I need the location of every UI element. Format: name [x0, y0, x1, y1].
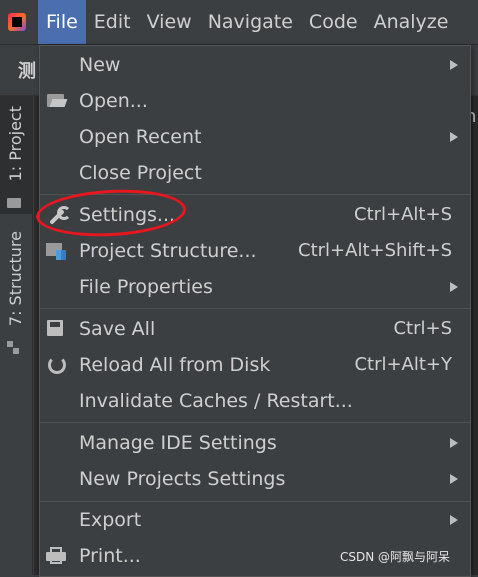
reload-icon [46, 356, 68, 374]
menu-item-label: New [79, 54, 121, 76]
print-icon [46, 547, 68, 565]
menu-separator [40, 501, 470, 502]
menu-navigate[interactable]: Navigate [200, 0, 301, 44]
folder-icon [7, 194, 23, 210]
menu-file[interactable]: File [38, 0, 86, 44]
menu-view[interactable]: View [139, 0, 200, 44]
menu-item-shortcut: Ctrl+Alt+Shift+S [298, 240, 452, 261]
file-menu-dropdown: New Open... Open Recent Close Project Se… [39, 45, 471, 577]
submenu-arrow-icon [450, 132, 458, 142]
submenu-arrow-icon [450, 515, 458, 525]
menu-edit[interactable]: Edit [86, 0, 139, 44]
submenu-arrow-icon [450, 438, 458, 448]
menu-separator [40, 422, 470, 423]
structure-icon [7, 341, 23, 357]
menu-item-invalidate-caches[interactable]: Invalidate Caches / Restart... [40, 384, 470, 418]
menu-item-label: Save All [79, 318, 156, 340]
menu-item-label: Project Structure... [79, 240, 257, 262]
submenu-arrow-icon [450, 282, 458, 292]
menu-item-label: File Properties [79, 276, 213, 298]
tab-structure-label: 7: Structure [6, 231, 25, 327]
menu-item-new[interactable]: New [40, 48, 470, 82]
tab-project-label: 1: Project [6, 106, 25, 182]
project-name-char: 测 [18, 61, 36, 82]
menu-item-save-all[interactable]: Save All Ctrl+S [40, 312, 470, 346]
menu-bar: File Edit View Navigate Code Analyze [0, 0, 478, 45]
menu-item-label: New Projects Settings [79, 468, 286, 490]
menu-item-new-projects-settings[interactable]: New Projects Settings [40, 462, 470, 496]
menu-item-open-recent[interactable]: Open Recent [40, 120, 470, 154]
menu-code[interactable]: Code [301, 0, 366, 44]
menu-item-label: Reload All from Disk [79, 354, 271, 376]
submenu-arrow-icon [450, 474, 458, 484]
menu-item-label: Export [79, 509, 142, 531]
project-structure-icon [46, 242, 68, 260]
menu-item-close-project[interactable]: Close Project [40, 156, 470, 190]
menu-item-label: Open... [79, 90, 148, 112]
save-icon [46, 320, 68, 338]
menu-item-label: Close Project [79, 162, 202, 184]
intellij-logo-icon [8, 13, 26, 31]
submenu-arrow-icon [450, 60, 458, 70]
menu-item-shortcut: Ctrl+Alt+Y [354, 354, 452, 375]
menu-item-label: Invalidate Caches / Restart... [79, 390, 353, 412]
menu-analyze[interactable]: Analyze [366, 0, 457, 44]
menu-item-shortcut: Ctrl+Alt+S [354, 204, 452, 225]
menu-item-project-structure[interactable]: Project Structure... Ctrl+Alt+Shift+S [40, 234, 470, 268]
menu-item-reload-all[interactable]: Reload All from Disk Ctrl+Alt+Y [40, 348, 470, 382]
watermark: CSDN @阿飘与阿呆 [340, 550, 451, 564]
menu-item-manage-ide-settings[interactable]: Manage IDE Settings [40, 426, 470, 460]
menu-item-label: Print... [79, 545, 141, 567]
menu-item-label: Manage IDE Settings [79, 432, 277, 454]
folder-open-icon [46, 92, 68, 110]
menu-item-shortcut: Ctrl+S [393, 318, 452, 339]
menu-item-label: Open Recent [79, 126, 202, 148]
tool-window-strip: 1: Project 7: Structure [0, 96, 33, 575]
menu-separator [40, 308, 470, 309]
tab-structure[interactable]: 7: Structure [0, 221, 32, 351]
menu-item-file-properties[interactable]: File Properties [40, 270, 470, 304]
menu-item-export[interactable]: Export [40, 503, 470, 537]
menu-item-open[interactable]: Open... [40, 84, 470, 118]
